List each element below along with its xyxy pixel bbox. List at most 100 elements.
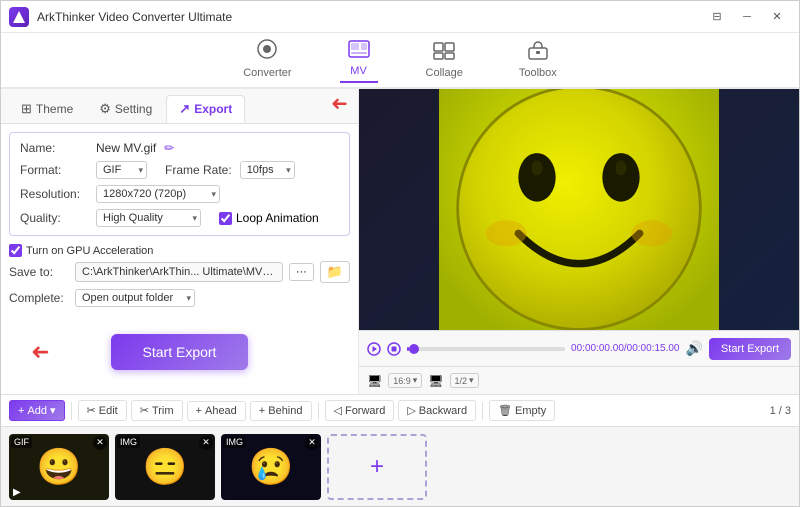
open-folder-button[interactable]: 📁 (320, 261, 350, 283)
aspect-ratio-value: 16:9 (393, 376, 411, 386)
playback-controls: 00:00:00.00/00:00:15.00 🔊 Start Export (359, 330, 799, 366)
maximize-button[interactable]: ─ (733, 7, 761, 27)
thumbnail-1[interactable]: 😀 GIF ✕ ▶ (9, 434, 109, 500)
minimize-button[interactable]: ⊟ (703, 7, 731, 27)
left-panel: ⊞ Theme ⚙ Setting ↗ Export ➜ Name: Ne (1, 89, 359, 394)
thumbnail-strip: 😀 GIF ✕ ▶ 😑 IMG ✕ 😢 IMG ✕ + (1, 426, 799, 506)
mv-icon (348, 40, 370, 63)
name-edit-icon[interactable]: ✏ (164, 141, 174, 155)
setting-tab-icon: ⚙ (99, 101, 111, 117)
quality-row: Quality: High Quality Medium Quality Low… (20, 209, 339, 227)
ahead-button[interactable]: + Ahead (187, 401, 246, 421)
thumbnail-2[interactable]: 😑 IMG ✕ (115, 434, 215, 500)
complete-select-wrapper[interactable]: Open output folder Do nothing Shut down (75, 289, 195, 307)
tab-setting[interactable]: ⚙ Setting (87, 96, 164, 122)
nav-collage-label: Collage (426, 67, 463, 79)
loop-animation-label: Loop Animation (236, 211, 319, 225)
edit-button[interactable]: ✂ Edit (78, 400, 127, 421)
play-button[interactable] (367, 342, 381, 356)
name-label: Name: (20, 141, 88, 155)
nav-converter-label: Converter (243, 67, 291, 79)
red-arrow-indicator: ➜ (331, 91, 348, 116)
nav-toolbox[interactable]: Toolbox (511, 36, 565, 83)
ahead-label: Ahead (205, 405, 237, 417)
stop-button[interactable] (387, 342, 401, 356)
nav-mv[interactable]: MV (340, 36, 378, 83)
format-label: Format: (20, 163, 88, 177)
loop-animation-checkbox[interactable] (219, 212, 232, 225)
nav-converter[interactable]: Converter (235, 34, 299, 83)
thumb2-close-button[interactable]: ✕ (199, 436, 213, 450)
gpu-acceleration-checkbox[interactable] (9, 244, 22, 257)
tab-theme[interactable]: ⊞ Theme (9, 96, 85, 122)
tab-setting-label: Setting (115, 102, 152, 116)
close-button[interactable]: ✕ (763, 7, 791, 27)
gpu-acceleration-label: Turn on GPU Acceleration (26, 245, 153, 257)
add-thumbnail-button[interactable]: + (327, 434, 427, 500)
nav-mv-label: MV (350, 65, 367, 77)
toolbar-separator-2 (318, 402, 319, 420)
save-to-row: Save to: C:\ArkThinker\ArkThin... Ultima… (1, 257, 358, 287)
aspect-ratio-select[interactable]: 16:9 ▾ (388, 373, 422, 388)
trim-button[interactable]: ✂ Trim (131, 400, 183, 421)
quality-select[interactable]: High Quality Medium Quality Low Quality (96, 209, 201, 227)
bottom-toolbar: + Add ▾ ✂ Edit ✂ Trim + Ahead + Behind ◁… (1, 394, 799, 426)
backward-button[interactable]: ▷ Backward (398, 400, 476, 421)
edit-icon: ✂ (87, 404, 96, 417)
quality-select-wrapper[interactable]: High Quality Medium Quality Low Quality (96, 209, 201, 227)
total-time: 00:00:15.00 (627, 343, 680, 354)
zoom-select[interactable]: 1/2 ▾ (450, 373, 479, 388)
add-chevron-icon: ▾ (50, 404, 56, 417)
start-export-button-left[interactable]: Start Export (111, 334, 249, 370)
zoom-chevron: ▾ (469, 375, 474, 386)
behind-label: Behind (268, 405, 302, 417)
thumb1-close-button[interactable]: ✕ (93, 436, 107, 450)
screen-icon: 🖥 (367, 374, 382, 388)
frame-rate-select-wrapper[interactable]: 10fps 24fps 30fps (240, 161, 295, 179)
nav-collage[interactable]: Collage (418, 38, 471, 83)
browse-path-button[interactable]: ··· (289, 263, 314, 281)
resolution-row: Resolution: 1280x720 (720p) 1920x1080 (1… (20, 185, 339, 203)
toolbar-separator-3 (482, 402, 483, 420)
add-icon: + (18, 405, 24, 417)
export-settings-form: Name: New MV.gif ✏ Format: GIF MP4 AVI F… (9, 132, 350, 236)
complete-action-select[interactable]: Open output folder Do nothing Shut down (75, 289, 195, 307)
frame-rate-select[interactable]: 10fps 24fps 30fps (240, 161, 295, 179)
start-export-button-right[interactable]: Start Export (709, 338, 791, 360)
empty-button[interactable]: 🗑 Empty (489, 400, 555, 421)
volume-button[interactable]: 🔊 (685, 340, 702, 357)
quality-label: Quality: (20, 211, 88, 225)
name-value: New MV.gif (96, 141, 156, 155)
progress-handle[interactable] (409, 344, 419, 354)
collage-icon (433, 42, 455, 65)
controls-row2: 🖥 16:9 ▾ 🖥 1/2 ▾ (359, 366, 799, 394)
toolbox-icon (527, 40, 549, 65)
tab-export[interactable]: ↗ Export (166, 95, 245, 123)
save-path-value: C:\ArkThinker\ArkThin... Ultimate\MV Exp… (75, 262, 283, 282)
progress-bar[interactable] (407, 347, 565, 351)
thumb1-play-icon: ▶ (13, 487, 21, 498)
converter-icon (256, 38, 278, 65)
behind-icon: + (259, 405, 265, 417)
format-row: Format: GIF MP4 AVI Frame Rate: 10fps 24… (20, 161, 339, 179)
thumbnail-3[interactable]: 😢 IMG ✕ (221, 434, 321, 500)
thumb3-close-button[interactable]: ✕ (305, 436, 319, 450)
gpu-acceleration-row: Turn on GPU Acceleration (1, 244, 358, 257)
app-window: ArkThinker Video Converter Ultimate ⊟ ─ … (0, 0, 800, 507)
resolution-label: Resolution: (20, 187, 88, 201)
behind-button[interactable]: + Behind (250, 401, 312, 421)
complete-row: Complete: Open output folder Do nothing … (1, 287, 358, 309)
trash-icon: 🗑 (498, 404, 512, 417)
format-select-wrapper[interactable]: GIF MP4 AVI (96, 161, 147, 179)
forward-button[interactable]: ◁ Forward (325, 400, 395, 421)
complete-label: Complete: (9, 291, 69, 305)
resolution-select-wrapper[interactable]: 1280x720 (720p) 1920x1080 (1080p) 640x48… (96, 185, 220, 203)
thumb3-type-icon: IMG (223, 436, 246, 448)
content-area: ⊞ Theme ⚙ Setting ↗ Export ➜ Name: Ne (1, 89, 799, 394)
time-display: 00:00:00.00/00:00:15.00 (571, 343, 679, 354)
format-select[interactable]: GIF MP4 AVI (96, 161, 147, 179)
resolution-select[interactable]: 1280x720 (720p) 1920x1080 (1080p) 640x48… (96, 185, 220, 203)
trim-icon: ✂ (140, 404, 149, 417)
add-button[interactable]: + Add ▾ (9, 400, 65, 421)
title-bar: ArkThinker Video Converter Ultimate ⊟ ─ … (1, 1, 799, 33)
